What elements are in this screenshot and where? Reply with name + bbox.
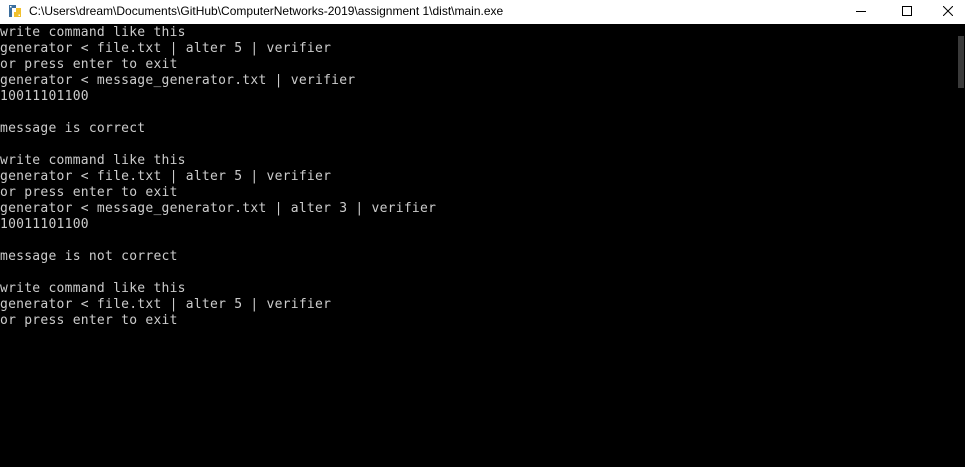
console-line: generator < message_generator.txt | veri… xyxy=(0,73,356,88)
close-icon xyxy=(942,3,953,21)
maximize-icon xyxy=(902,3,912,21)
python-icon[interactable] xyxy=(7,3,23,19)
console-line: message is correct xyxy=(0,121,146,136)
console-line: message is not correct xyxy=(0,249,178,264)
console-line: write command like this xyxy=(0,153,186,168)
minimize-icon xyxy=(856,3,866,21)
maximize-button[interactable] xyxy=(884,0,930,24)
console-line: generator < file.txt | alter 5 | verifie… xyxy=(0,169,332,184)
window-title: C:\Users\dream\Documents\GitHub\Computer… xyxy=(29,4,504,18)
console-line: 10011101100 xyxy=(0,89,89,104)
console-lines: write command like this generator < file… xyxy=(0,25,436,329)
scrollbar-thumb[interactable] xyxy=(958,36,964,88)
console-line: generator < file.txt | alter 5 | verifie… xyxy=(0,41,332,56)
close-button[interactable] xyxy=(930,0,965,24)
console-line: write command like this xyxy=(0,25,186,40)
console-output[interactable]: write command like this generator < file… xyxy=(0,24,955,467)
console-line: write command like this xyxy=(0,281,186,296)
console-line: generator < message_generator.txt | alte… xyxy=(0,201,437,216)
console-line: or press enter to exit xyxy=(0,185,178,200)
console-line: generator < file.txt | alter 5 | verifie… xyxy=(0,297,332,312)
console-line: or press enter to exit xyxy=(0,313,178,328)
console-line: or press enter to exit xyxy=(0,57,178,72)
minimize-button[interactable] xyxy=(838,0,884,24)
console-window: C:\Users\dream\Documents\GitHub\Computer… xyxy=(0,0,965,467)
console-line: 10011101100 xyxy=(0,217,89,232)
vertical-scrollbar[interactable] xyxy=(955,24,965,467)
title-bar[interactable]: C:\Users\dream\Documents\GitHub\Computer… xyxy=(0,0,965,24)
